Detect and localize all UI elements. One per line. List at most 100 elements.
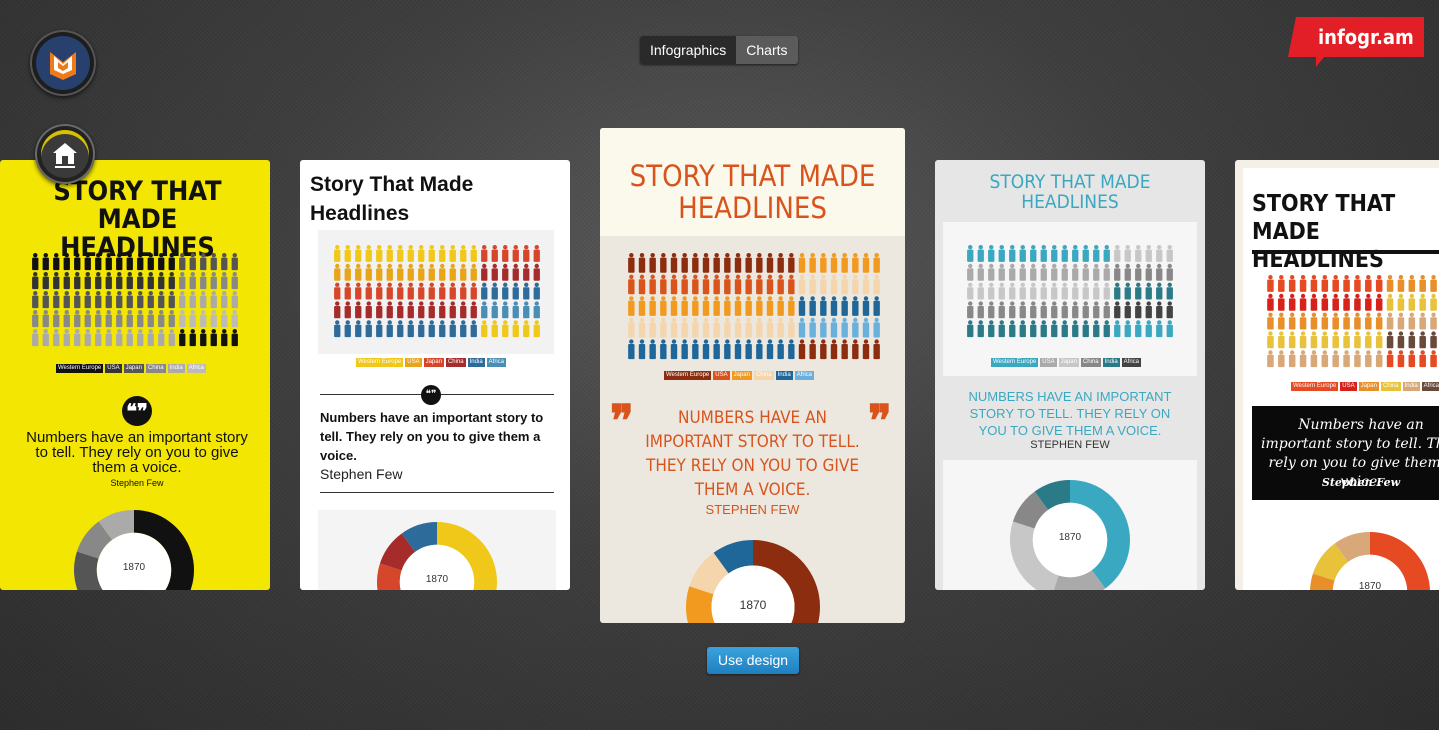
person-icon xyxy=(734,296,742,316)
person-icon xyxy=(820,339,827,360)
tab-charts[interactable]: Charts xyxy=(736,36,798,64)
person-icon xyxy=(84,310,91,328)
person-icon xyxy=(365,263,372,281)
person-icon xyxy=(386,245,393,262)
person-icon xyxy=(798,253,806,273)
person-icon xyxy=(628,317,635,338)
home-button[interactable] xyxy=(35,124,95,184)
person-icon xyxy=(449,301,456,319)
person-icon xyxy=(1365,312,1372,330)
person-icon xyxy=(334,320,341,338)
template-card-grey[interactable]: STORY THAT MADE HEADLINES Western Europe… xyxy=(935,160,1205,590)
person-icon xyxy=(788,253,795,273)
person-icon xyxy=(1343,275,1350,292)
person-icon xyxy=(724,317,731,338)
person-icon xyxy=(1061,245,1068,262)
person-icon xyxy=(1124,320,1131,338)
person-icon xyxy=(798,317,806,338)
person-icon xyxy=(334,282,341,300)
person-icon xyxy=(852,317,859,338)
person-icon xyxy=(42,329,49,347)
person-icon xyxy=(1082,282,1089,300)
person-icon xyxy=(809,253,816,273)
person-icon xyxy=(977,263,984,281)
quote-text: NUMBERS HAVE AN IMPORTANT STORY TO TELL.… xyxy=(645,408,860,500)
person-icon xyxy=(365,245,372,262)
person-icon xyxy=(1288,293,1296,311)
person-icon xyxy=(137,329,144,347)
person-icon xyxy=(1321,293,1329,311)
person-icon xyxy=(660,339,667,360)
legend-item: Africa xyxy=(486,358,506,367)
person-icon xyxy=(692,253,699,273)
person-icon xyxy=(147,253,154,271)
person-icon xyxy=(852,253,859,273)
person-icon xyxy=(344,320,351,338)
tab-infographics[interactable]: Infographics xyxy=(640,36,737,64)
person-icon xyxy=(841,317,848,338)
person-icon xyxy=(397,245,404,262)
person-icon xyxy=(1288,312,1296,330)
person-icon xyxy=(1397,293,1405,311)
template-card-black[interactable]: STORY THAT MADE HEADLINES Western Europe… xyxy=(1235,160,1439,590)
template-card-featured[interactable]: STORY THAT MADE HEADLINES Western Europe… xyxy=(600,128,905,623)
person-icon xyxy=(830,296,838,316)
person-icon xyxy=(1166,263,1173,281)
person-icon xyxy=(1419,331,1426,349)
person-icon xyxy=(407,263,414,281)
brand-label: infogr.am xyxy=(1318,25,1414,49)
use-design-button[interactable]: Use design xyxy=(707,647,799,674)
person-icon xyxy=(1051,320,1058,338)
person-icon xyxy=(533,245,540,262)
person-icon xyxy=(1040,263,1047,281)
person-icon xyxy=(1321,350,1329,368)
person-icon xyxy=(1267,331,1274,349)
person-icon xyxy=(74,310,81,328)
person-icon xyxy=(439,320,446,338)
template-card-white[interactable]: Story That Made Headlines Western Europe… xyxy=(300,160,570,590)
person-icon xyxy=(1166,320,1173,338)
person-icon xyxy=(638,296,646,316)
person-icon xyxy=(1430,293,1437,311)
person-icon xyxy=(967,301,974,319)
person-icon xyxy=(53,253,60,271)
person-icon xyxy=(105,291,112,309)
person-icon xyxy=(512,320,519,338)
person-icon xyxy=(756,296,763,316)
person-icon xyxy=(1408,350,1416,368)
person-icon xyxy=(1093,282,1100,300)
person-icon xyxy=(649,296,656,316)
person-icon xyxy=(523,282,530,300)
person-icon xyxy=(386,320,393,338)
person-icon xyxy=(95,253,102,271)
person-icon xyxy=(137,310,144,328)
person-icon xyxy=(1082,263,1089,281)
person-icon xyxy=(210,272,217,290)
person-icon xyxy=(713,274,720,295)
person-icon xyxy=(533,263,540,281)
person-icon xyxy=(32,272,39,290)
app-logo[interactable] xyxy=(30,30,96,96)
person-icon xyxy=(798,339,806,360)
quote-text: Numbers have an important story to tell.… xyxy=(320,410,544,463)
person-icon xyxy=(1072,245,1079,262)
person-icon xyxy=(126,272,133,290)
person-icon xyxy=(1009,320,1016,338)
person-icon xyxy=(713,339,720,360)
person-icon xyxy=(745,317,752,338)
person-icon xyxy=(470,245,477,262)
legend-item: Western Europe xyxy=(664,371,712,380)
infogram-brand[interactable]: infogr.am xyxy=(1288,17,1424,67)
person-icon xyxy=(1124,263,1131,281)
person-icon xyxy=(418,263,425,281)
person-icon xyxy=(460,282,467,300)
person-icon xyxy=(873,296,880,316)
person-icon xyxy=(766,274,774,295)
person-icon xyxy=(1082,320,1089,338)
person-icon xyxy=(189,253,196,271)
person-icon xyxy=(734,274,742,295)
person-icon xyxy=(1040,282,1047,300)
person-icon xyxy=(1321,331,1329,349)
template-card-yellow[interactable]: STORY THAT MADE HEADLINES Western Europe… xyxy=(0,160,270,590)
person-icon xyxy=(334,263,341,281)
